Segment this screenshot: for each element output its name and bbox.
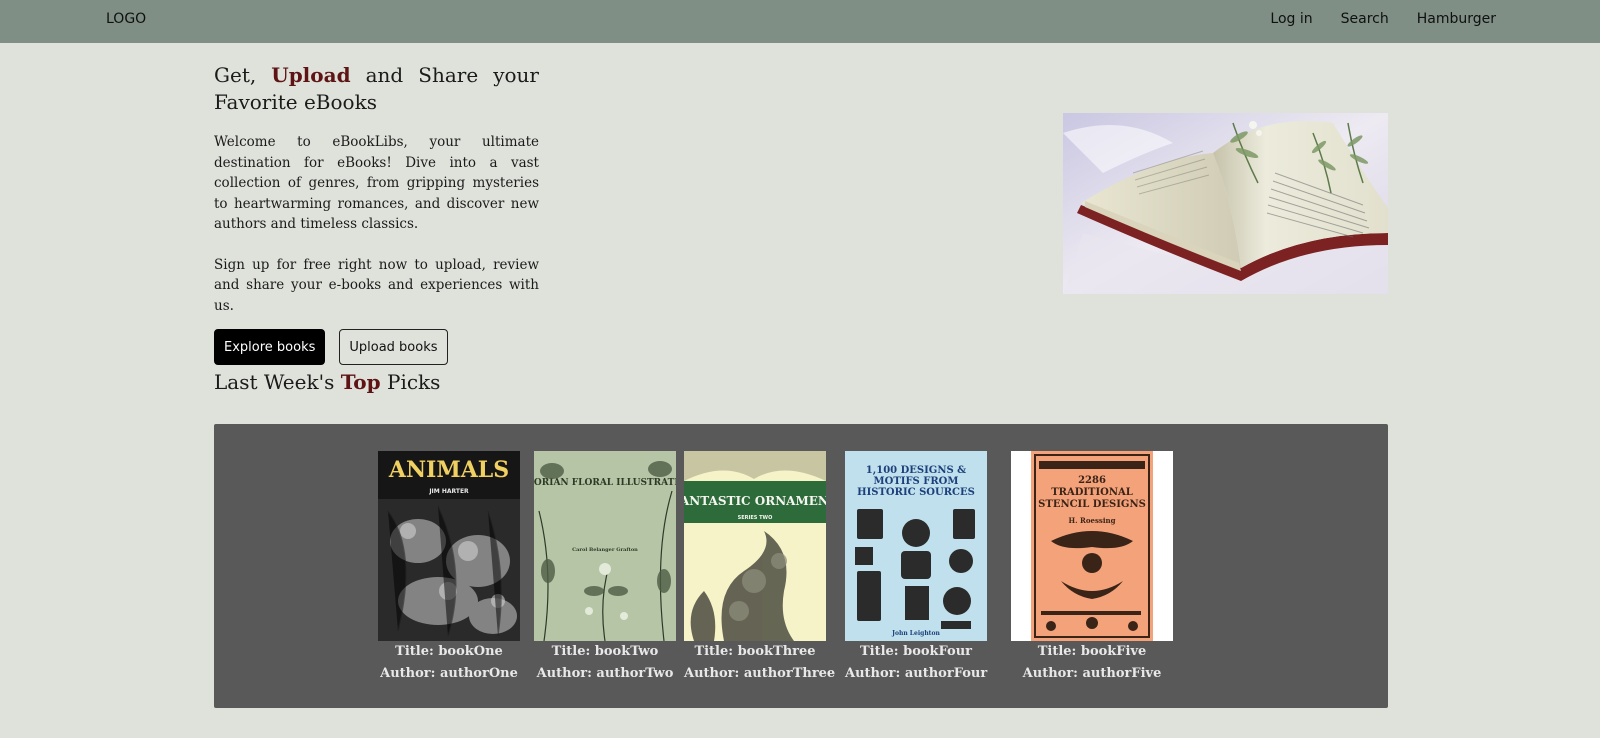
book-author: Author: authorFour	[845, 665, 988, 681]
book-author: Author: authorOne	[380, 665, 518, 681]
top-picks-title-pre: Last Week's	[214, 370, 341, 394]
book-title: Title: bookOne	[395, 644, 503, 659]
book-cover-subtitle: SERIES TWO	[738, 515, 773, 521]
site-logo[interactable]: LOGO	[106, 11, 146, 27]
book-cover-subtitle: Carol Belanger Grafton	[572, 547, 638, 553]
top-picks-title-post: Picks	[380, 370, 441, 394]
book-title: Title: bookFive	[1037, 644, 1147, 659]
book-card[interactable]: VICTORIAN FLORAL ILLUSTRATIONS Carol Bel…	[534, 451, 676, 684]
hero-title-highlight: Upload	[271, 63, 351, 87]
book-cover-title: 2286 TRADITIONAL STENCIL DESIGNS	[1038, 475, 1146, 510]
book-cover-image[interactable]: 1,100 DESIGNS & MOTIFS FROM HISTORIC SOU…	[845, 451, 987, 641]
hero-title-pre: Get,	[214, 63, 272, 87]
book-cover-title: ANIMALS	[388, 457, 509, 483]
book-card[interactable]: ANIMALS JIM HARTER Title: bookOne Author…	[378, 451, 520, 684]
top-picks-title: Last Week's Top Picks	[214, 370, 440, 394]
hero-open-book-image	[1063, 113, 1388, 294]
nav-hamburger-link[interactable]: Hamburger	[1417, 11, 1496, 27]
hero-signup-paragraph: Sign up for free right now to upload, re…	[214, 256, 539, 314]
book-cover-image[interactable]: 2286 TRADITIONAL STENCIL DESIGNS H. Roes…	[1011, 451, 1173, 641]
hero-title: Get, Upload and Share your Favorite eBoo…	[214, 62, 539, 116]
book-title: Title: bookTwo	[551, 644, 659, 659]
top-navbar: LOGO Log in Search Hamburger	[0, 0, 1600, 43]
book-cover-title: 1,100 DESIGNS & MOTIFS FROM HISTORIC SOU…	[857, 465, 975, 498]
book-author: Author: authorFive	[1022, 665, 1162, 681]
hero-intro-paragraph: Welcome to eBookLibs, your ultimate dest…	[214, 134, 539, 232]
book-cover-image[interactable]: FANTASTIC ORNAMENT SERIES TWO	[684, 451, 826, 641]
book-cover-subtitle: John Leighton	[891, 630, 940, 637]
top-picks-panel: ANIMALS JIM HARTER Title: bookOne Author…	[214, 424, 1388, 708]
book-cover-subtitle: H. Roessing	[1069, 516, 1116, 525]
hero-section: Get, Upload and Share your Favorite eBoo…	[214, 62, 539, 365]
book-card[interactable]: 2286 TRADITIONAL STENCIL DESIGNS H. Roes…	[1011, 451, 1173, 684]
book-title: Title: bookThree	[694, 644, 816, 659]
book-card[interactable]: 1,100 DESIGNS & MOTIFS FROM HISTORIC SOU…	[845, 451, 987, 684]
top-picks-title-highlight: Top	[340, 370, 381, 394]
nav-login-link[interactable]: Log in	[1270, 11, 1312, 27]
book-cover-image[interactable]: ANIMALS JIM HARTER	[378, 451, 520, 641]
hero-buttons: Explore books Upload books	[214, 329, 539, 365]
nav-links: Log in Search Hamburger	[1242, 11, 1496, 27]
book-cover-title: FANTASTIC ORNAMENT	[684, 494, 826, 508]
book-card[interactable]: FANTASTIC ORNAMENT SERIES TWO Title: boo…	[684, 451, 836, 684]
book-author: Author: authorThree	[684, 665, 836, 681]
book-author: Author: authorTwo	[536, 665, 674, 681]
nav-search-link[interactable]: Search	[1341, 11, 1389, 27]
book-title: Title: bookFour	[859, 644, 973, 659]
upload-books-button[interactable]: Upload books	[339, 329, 448, 365]
book-cover-subtitle: JIM HARTER	[428, 488, 469, 495]
book-cover-image[interactable]: VICTORIAN FLORAL ILLUSTRATIONS Carol Bel…	[534, 451, 676, 641]
explore-books-button[interactable]: Explore books	[214, 329, 326, 365]
book-cover-title: VICTORIAN FLORAL ILLUSTRATIONS	[534, 478, 676, 488]
